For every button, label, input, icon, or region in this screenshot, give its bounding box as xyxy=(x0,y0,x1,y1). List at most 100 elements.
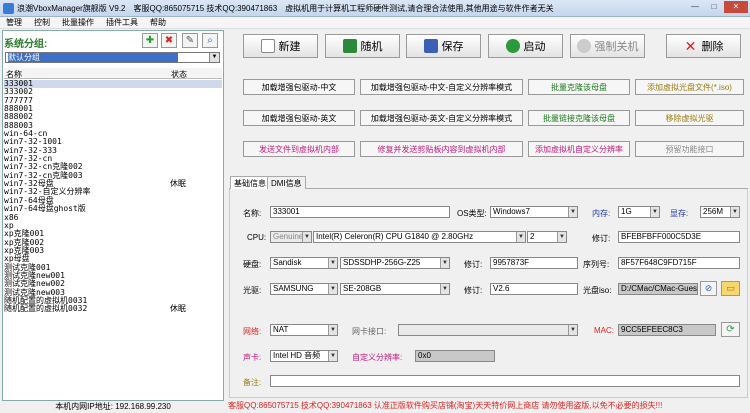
func-send-clipboard[interactable]: 修复并发送剪贴板内容到虚拟机内部 xyxy=(360,141,523,157)
sound-select[interactable]: Intel HD 音频 ▼ xyxy=(270,350,338,362)
chevron-down-icon[interactable]: ▼ xyxy=(440,284,449,294)
search-group-icon[interactable]: ⌕ xyxy=(202,33,218,48)
folder-icon[interactable]: ▭ xyxy=(721,281,740,296)
tab-dmi-info[interactable]: DMI信息 xyxy=(267,176,306,189)
vm-list-row[interactable]: win7-64母盘ghost版 xyxy=(4,204,222,213)
chevron-down-icon[interactable]: ▼ xyxy=(557,232,566,242)
vm-list-row[interactable]: 888001 xyxy=(4,104,222,113)
chevron-down-icon[interactable]: ▼ xyxy=(568,207,577,217)
func-remove-optical[interactable]: 移除虚拟光驱 xyxy=(635,110,744,126)
vm-list-row[interactable]: 333002 xyxy=(4,88,222,96)
vm-status: 休眠 xyxy=(170,179,186,189)
mac-field[interactable]: 9CC5EFEEC8C3 xyxy=(618,324,716,336)
close-icon[interactable]: ✕ xyxy=(724,1,748,13)
disk-vendor-select[interactable]: Sandisk ▼ xyxy=(270,257,338,269)
chevron-down-icon[interactable]: ▼ xyxy=(328,284,337,294)
note-field[interactable] xyxy=(270,375,740,387)
name-label: 名称: xyxy=(243,209,262,218)
disk-model-select[interactable]: SDSSDHP-256G-Z25 ▼ xyxy=(340,257,450,269)
group-selected-value: 默认分组 xyxy=(8,53,178,62)
refresh-icon[interactable]: ⟳ xyxy=(721,322,740,337)
chevron-down-icon[interactable]: ▼ xyxy=(328,325,337,335)
func-send-file[interactable]: 发送文件到虚拟机内部 xyxy=(243,141,355,157)
delete-group-icon[interactable]: ✖ xyxy=(161,33,177,48)
func-add-resolution[interactable]: 添加虚拟机自定义分辨率 xyxy=(528,141,630,157)
maximize-icon[interactable]: □ xyxy=(705,1,723,13)
menu-manage[interactable]: 管理 xyxy=(6,17,22,28)
func-load-addons-en-res[interactable]: 加载增强包驱动-英文-自定义分辨率模式 xyxy=(360,110,523,126)
chevron-down-icon[interactable]: ▼ xyxy=(568,325,577,335)
chevron-down-icon[interactable]: ▼ xyxy=(516,232,525,242)
cdiso-label: 光盘iso: xyxy=(583,286,612,295)
col-status[interactable]: 状态 xyxy=(171,69,187,80)
group-select[interactable]: 默认分组 ▼ xyxy=(5,52,220,63)
cpu-vendor-select[interactable]: GenuineIntel▼ xyxy=(270,231,312,243)
cpu-model-select[interactable]: Intel(R) Celeron(R) CPU G1840 @ 2.80GHz ▼ xyxy=(313,231,526,243)
cpu-cores-select[interactable]: 2 ▼ xyxy=(527,231,567,243)
chevron-down-icon[interactable]: ▼ xyxy=(328,351,337,361)
chevron-down-icon[interactable]: ▼ xyxy=(328,258,337,268)
vm-list-row[interactable]: x86 xyxy=(4,213,222,222)
start-button[interactable]: 启动 xyxy=(488,34,563,58)
vram-select[interactable]: 256M ▼ xyxy=(700,206,740,218)
edit-group-icon[interactable]: ✎ xyxy=(182,33,198,48)
disk-rev-label: 修订: xyxy=(464,260,483,269)
name-field[interactable]: 333001 xyxy=(270,206,450,218)
os-select[interactable]: Windows7 ▼ xyxy=(490,206,578,218)
func-reserved[interactable]: 预留功能接口 xyxy=(635,141,744,157)
vm-list-row[interactable]: 随机配置的虚拟机0032 休眠 xyxy=(4,304,222,313)
eject-icon[interactable]: ⊘ xyxy=(700,281,717,296)
serial-label: 序列号: xyxy=(583,260,610,269)
chevron-down-icon[interactable]: ▼ xyxy=(302,232,311,242)
resolution-field[interactable]: 0x0 xyxy=(415,350,495,362)
vm-list: 333001 333002 777777 888001 888002 888003 win-… xyxy=(4,79,222,314)
force-off-button[interactable]: 强制关机 xyxy=(570,34,645,58)
chevron-down-icon[interactable]: ▼ xyxy=(730,207,739,217)
chevron-down-icon[interactable]: ▼ xyxy=(209,53,219,62)
optical-rev-field[interactable]: V2.6 xyxy=(490,283,578,295)
func-batch-clone[interactable]: 批量克隆该母盘 xyxy=(528,79,630,95)
menu-help[interactable]: 帮助 xyxy=(150,17,166,28)
optical-vendor-select[interactable]: SAMSUNG ▼ xyxy=(270,283,338,295)
menu-bar: 管理 控制 批量操作 插件工具 帮助 xyxy=(0,17,750,29)
vm-list-row[interactable]: xp克隆003 xyxy=(4,246,222,255)
chevron-down-icon[interactable]: ▼ xyxy=(650,207,659,217)
menu-control[interactable]: 控制 xyxy=(34,17,50,28)
cdiso-field[interactable]: D:/CMac/CMac-Guest.i xyxy=(618,283,698,295)
vm-list-row[interactable]: 777777 xyxy=(4,96,222,105)
chevron-down-icon[interactable]: ▼ xyxy=(440,258,449,268)
func-add-iso[interactable]: 添加虚拟光盘文件(*.iso) xyxy=(635,79,744,95)
menu-batch[interactable]: 批量操作 xyxy=(62,17,94,28)
sound-label: 声卡: xyxy=(243,353,262,362)
cpu-rev-field[interactable]: BFEBFBFF000C5D3E xyxy=(618,231,740,243)
add-group-icon[interactable]: ✚ xyxy=(142,33,158,48)
nic-select[interactable]: ▼ xyxy=(398,324,578,336)
menu-plugins[interactable]: 插件工具 xyxy=(106,17,138,28)
network-select[interactable]: NAT ▼ xyxy=(270,324,338,336)
func-load-addons-cn[interactable]: 加载增强包驱动-中文 xyxy=(243,79,355,95)
resolution-label: 自定义分辨率: xyxy=(352,353,403,362)
new-button[interactable]: 新建 xyxy=(243,34,318,58)
random-icon xyxy=(342,39,357,53)
footer-notice: 客服QQ:865075715 技术QQ:390471863 认准正版软件购买店铺… xyxy=(228,401,663,410)
delete-button[interactable]: ✕ 删除 xyxy=(666,34,741,58)
optical-rev-label: 修订: xyxy=(464,286,483,295)
save-button[interactable]: 保存 xyxy=(406,34,481,58)
random-button[interactable]: 随机 xyxy=(325,34,400,58)
title-bar: 浪潮VboxManager旗舰版 V9.2 客服QQ:865075715 技术Q… xyxy=(0,0,750,17)
disk-rev-field[interactable]: 9957873F xyxy=(490,257,578,269)
cpu-label: CPU: xyxy=(247,233,267,242)
play-icon xyxy=(505,39,520,53)
vm-list-row[interactable]: 333001 xyxy=(4,79,222,89)
vm-list-row[interactable]: 888002 xyxy=(4,113,222,121)
func-load-addons-en[interactable]: 加载增强包驱动-英文 xyxy=(243,110,355,126)
optical-model-select[interactable]: SE-208GB ▼ xyxy=(340,283,450,295)
memory-select[interactable]: 1G ▼ xyxy=(618,206,660,218)
serial-field[interactable]: 8F57F648C9FD715F xyxy=(618,257,740,269)
func-batch-link-clone[interactable]: 批量链接克隆该母盘 xyxy=(528,110,630,126)
minimize-icon[interactable]: — xyxy=(686,1,704,13)
tab-basic-info[interactable]: 基础信息 xyxy=(230,176,270,189)
nic-label: 网卡接口: xyxy=(352,327,387,336)
func-load-addons-cn-res[interactable]: 加载增强包驱动-中文-自定义分辨率模式 xyxy=(360,79,523,95)
contact-info: 客服QQ:865075715 技术QQ:390471863 xyxy=(133,3,278,13)
